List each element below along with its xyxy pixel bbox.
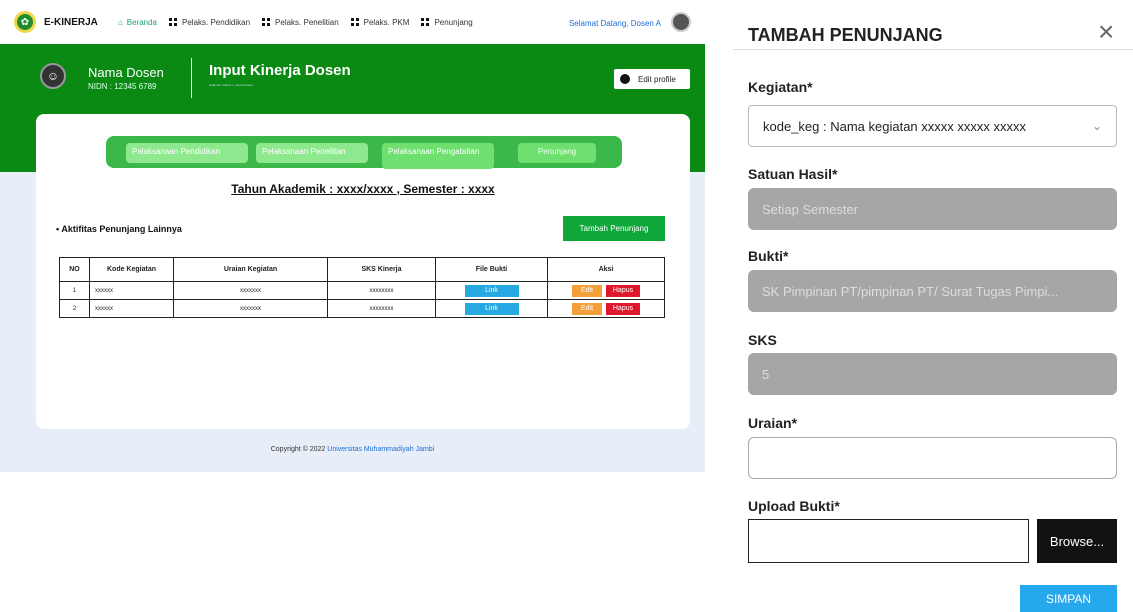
edit-button[interactable]: Edit: [572, 284, 602, 297]
grid-icon: [421, 18, 431, 26]
col-no: NO: [59, 257, 90, 282]
copyright-text: Copyright © 2022: [270, 446, 326, 453]
nav-links: ⌂ Beranda Pelaks. Pendidikan Pelaks. Pene…: [118, 18, 473, 27]
sks-label: SKS: [748, 332, 777, 348]
bukti-label: Bukti*: [748, 248, 789, 264]
nav-beranda[interactable]: ⌂ Beranda: [118, 18, 157, 27]
cell-sks: xxxxxxxx: [327, 281, 436, 300]
brand-name: E-KINERJA: [44, 16, 98, 28]
cell-file: Link: [435, 281, 548, 300]
university-link[interactable]: Universitas Muhammadiyah Jambi: [327, 446, 434, 453]
col-sks: SKS Kinerja: [327, 257, 436, 282]
nav-penunjang-label: Penunjang: [434, 17, 473, 27]
nav-pendidikan[interactable]: Pelaks. Pendidikan: [169, 18, 250, 27]
tab-bar: Pelaksanaan Pendidikan Pelaksanaan Penel…: [106, 136, 622, 169]
kegiatan-value: kode_keg : Nama kegiatan xxxxx xxxxx xxx…: [763, 118, 1026, 134]
divider: [191, 58, 192, 98]
app-root: ✿ E-KINERJA ⌂ Beranda Pelaks. Pendidikan …: [0, 0, 1133, 612]
table-header-row: NO Kode Kegiatan Uraian Kegiatan SKS Kin…: [59, 257, 665, 282]
cell-uraian: xxxxxxx: [173, 299, 328, 318]
cell-kode: xxxxxx: [89, 281, 174, 300]
content-card: Pelaksanaan Pendidikan Pelaksanaan Penel…: [36, 114, 690, 429]
nav-penelitian-label: Pelaks. Penelitian: [275, 17, 339, 27]
footer-copyright: Copyright © 2022 Universitas Muhammadiya…: [0, 446, 705, 453]
nav-pkm[interactable]: Pelaks. PKM: [350, 17, 410, 27]
satuan-field: Setiap Semester: [748, 188, 1117, 230]
upload-file-input[interactable]: [748, 519, 1029, 563]
dosen-nidn: NIDN : 12345 6789: [88, 82, 157, 91]
uraian-input[interactable]: [748, 437, 1117, 479]
browse-button[interactable]: Browse...: [1037, 519, 1117, 563]
page-title: Input Kinerja Dosen: [209, 62, 351, 79]
section-title: • Aktifitas Penunjang Lainnya: [56, 224, 182, 234]
university-logo-icon: ✿: [14, 11, 36, 33]
link-button[interactable]: Link: [464, 284, 519, 297]
nav-pkm-label: Pelaks. PKM: [363, 17, 410, 27]
tambah-penunjang-button[interactable]: Tambah Penunjang: [563, 216, 665, 241]
welcome-text: Selamat Datang, Dosen A: [568, 19, 661, 28]
cell-no: 1: [59, 281, 90, 300]
grid-icon: [262, 18, 272, 26]
nav-penelitian[interactable]: Pelaks. Penelitian: [262, 18, 339, 27]
edit-button[interactable]: Edit: [572, 302, 602, 315]
table-row: 2 xxxxxx xxxxxxx xxxxxxxx Link Edit Hapus: [59, 299, 665, 318]
simpan-button[interactable]: SIMPAN: [1020, 585, 1117, 612]
table-row: 1 xxxxxx xxxxxxx xxxxxxxx Link Edit Hapus: [59, 281, 665, 300]
penunjang-table: NO Kode Kegiatan Uraian Kegiatan SKS Kin…: [59, 257, 665, 318]
cell-uraian: xxxxxxx: [173, 281, 328, 300]
edit-profile-label: Edit profile: [638, 74, 676, 84]
home-icon: ⌂: [117, 17, 123, 27]
col-kode: Kode Kegiatan: [89, 257, 174, 282]
grid-icon: [350, 18, 360, 26]
kegiatan-label: Kegiatan*: [748, 79, 813, 95]
link-button[interactable]: Link: [464, 302, 519, 315]
top-navbar: ✿ E-KINERJA ⌂ Beranda Pelaks. Pendidikan …: [0, 0, 705, 44]
dosen-avatar-icon: ☺: [40, 63, 66, 89]
bukti-field: SK Pimpinan PT/pimpinan PT/ Surat Tugas …: [748, 270, 1117, 312]
nav-beranda-label: Beranda: [126, 17, 157, 27]
tab-pengabdian[interactable]: Pelaksanaan Pengabdian: [382, 143, 494, 169]
cell-no: 2: [59, 299, 90, 318]
hapus-button[interactable]: Hapus: [606, 284, 640, 297]
cell-aksi: Edit Hapus: [547, 299, 665, 318]
hapus-button[interactable]: Hapus: [606, 302, 640, 315]
nav-pendidikan-label: Pelaks. Pendidikan: [182, 17, 251, 27]
satuan-label: Satuan Hasil*: [748, 166, 838, 182]
chevron-down-icon: ⌄: [1091, 119, 1102, 133]
nav-penunjang[interactable]: Penunjang: [421, 17, 473, 27]
tambah-penunjang-panel: TAMBAH PENUNJANG × Kegiatan* kode_keg : …: [733, 0, 1133, 612]
cell-kode: xxxxxx: [89, 299, 174, 318]
dosen-name: Nama Dosen: [88, 65, 164, 80]
kegiatan-select[interactable]: kode_keg : Nama kegiatan xxxxx xxxxx xxx…: [748, 105, 1117, 147]
academic-year-heading: Tahun Akademik : xxxx/xxxx , Semester : …: [231, 182, 495, 196]
tab-penelitian[interactable]: Pelaksanaan Penelitian: [256, 143, 368, 163]
edit-profile-button[interactable]: Edit profile: [614, 69, 690, 89]
grid-icon: [169, 18, 178, 26]
cell-sks: xxxxxxxx: [327, 299, 436, 318]
col-file: File Bukti: [435, 257, 548, 282]
tab-penunjang[interactable]: Penunjang: [518, 143, 596, 163]
tab-pendidikan[interactable]: Pelaksanaan Pendidikan: [126, 143, 248, 163]
breadcrumb: Halaman Utama >> Input Kinerja: [209, 83, 253, 87]
col-aksi: Aksi: [547, 257, 665, 282]
close-icon[interactable]: ×: [1098, 18, 1114, 46]
sks-field: 5: [748, 353, 1117, 395]
col-uraian: Uraian Kegiatan: [173, 257, 328, 282]
user-avatar-icon[interactable]: [671, 12, 691, 32]
panel-header: TAMBAH PENUNJANG ×: [733, 0, 1133, 50]
upload-label: Upload Bukti*: [748, 498, 840, 514]
profile-dot-icon: [620, 74, 630, 84]
cell-aksi: Edit Hapus: [547, 281, 665, 300]
main-page: ✿ E-KINERJA ⌂ Beranda Pelaks. Pendidikan …: [0, 0, 705, 472]
cell-file: Link: [435, 299, 548, 318]
uraian-label: Uraian*: [748, 415, 798, 431]
panel-title: TAMBAH PENUNJANG: [748, 25, 943, 45]
